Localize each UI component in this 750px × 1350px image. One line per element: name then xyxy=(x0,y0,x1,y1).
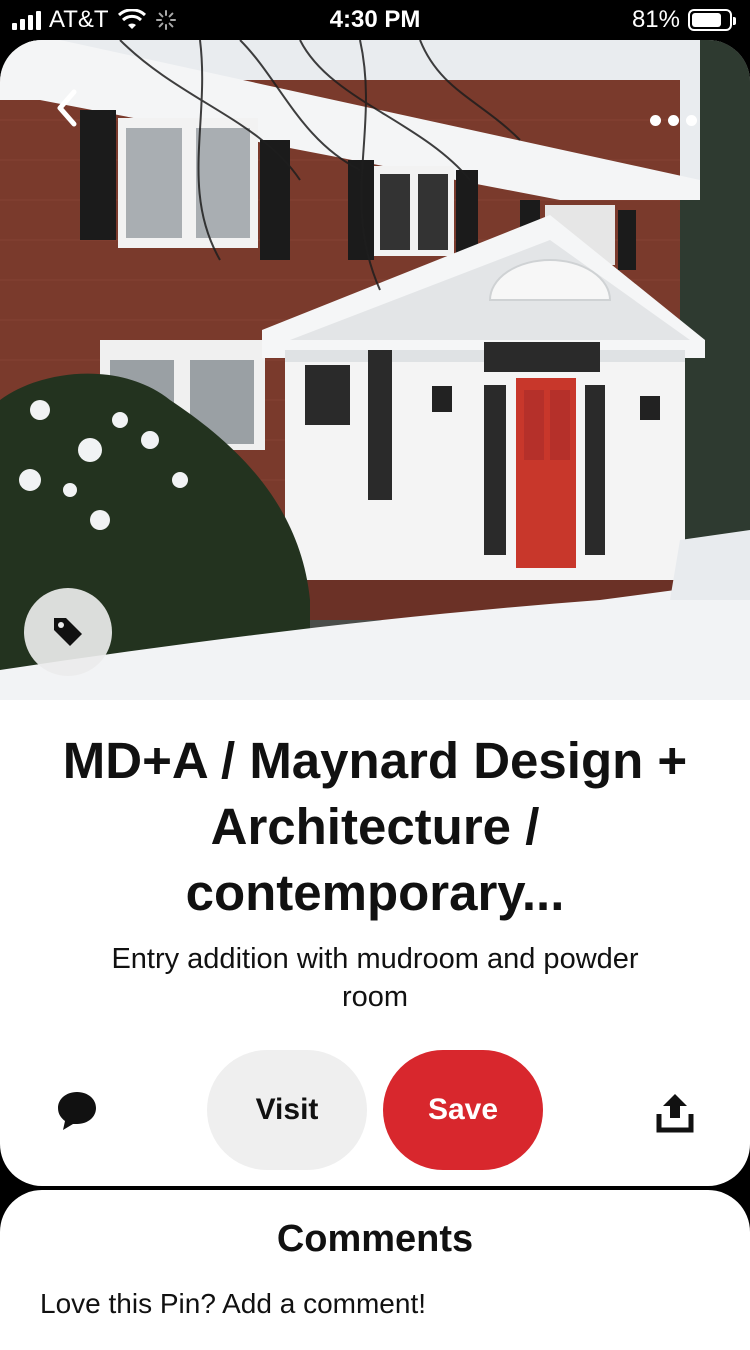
more-dots-icon xyxy=(650,114,661,126)
wifi-icon xyxy=(117,9,146,29)
share-button[interactable] xyxy=(655,1090,695,1134)
pin-title: MD+A / Maynard Design + Architecture / c… xyxy=(30,728,720,926)
comments-panel: Comments Love this Pin? Add a comment! xyxy=(0,1190,750,1350)
status-bar: AT&T 4:30 PM 81% xyxy=(0,0,750,40)
save-button[interactable]: Save xyxy=(383,1050,543,1170)
comments-title: Comments xyxy=(276,1218,474,1260)
visit-button[interactable]: Visit xyxy=(207,1050,367,1170)
more-options-button[interactable] xyxy=(650,100,700,140)
pin-title-line: Architecture / xyxy=(210,798,540,855)
signal-icon xyxy=(12,10,41,30)
pin-description-line: Entry addition with mudroom and powder xyxy=(111,943,639,975)
more-dot xyxy=(668,114,679,126)
status-right: 81% xyxy=(631,6,736,34)
pin-title-line: MD+A / Maynard Design + xyxy=(62,732,688,789)
comment-button[interactable] xyxy=(54,1088,100,1134)
more-dot xyxy=(686,114,697,126)
product-tag-button[interactable] xyxy=(24,588,112,676)
pin-title-line: contemporary... xyxy=(185,864,565,921)
back-button[interactable] xyxy=(40,80,96,136)
house-photo xyxy=(0,40,750,700)
pin-description-line: room xyxy=(341,981,409,1013)
battery-fill xyxy=(692,13,722,27)
speech-bubble-icon xyxy=(58,1092,96,1130)
chevron-left-icon xyxy=(57,89,77,127)
battery-percent: 81% xyxy=(631,6,680,33)
pin-card: MD+A / Maynard Design + Architecture / c… xyxy=(0,40,750,1186)
battery-icon xyxy=(688,9,736,31)
add-comment-prompt[interactable]: Love this Pin? Add a comment! xyxy=(40,1288,426,1320)
status-left: AT&T xyxy=(12,6,177,34)
tag-icon xyxy=(54,618,82,646)
share-upload-icon xyxy=(656,1094,694,1133)
carrier-label: AT&T xyxy=(49,6,109,33)
pin-description: Entry addition with mudroom and powder r… xyxy=(60,940,690,1016)
loading-spinner-icon xyxy=(155,10,176,30)
pin-image[interactable] xyxy=(0,40,750,700)
